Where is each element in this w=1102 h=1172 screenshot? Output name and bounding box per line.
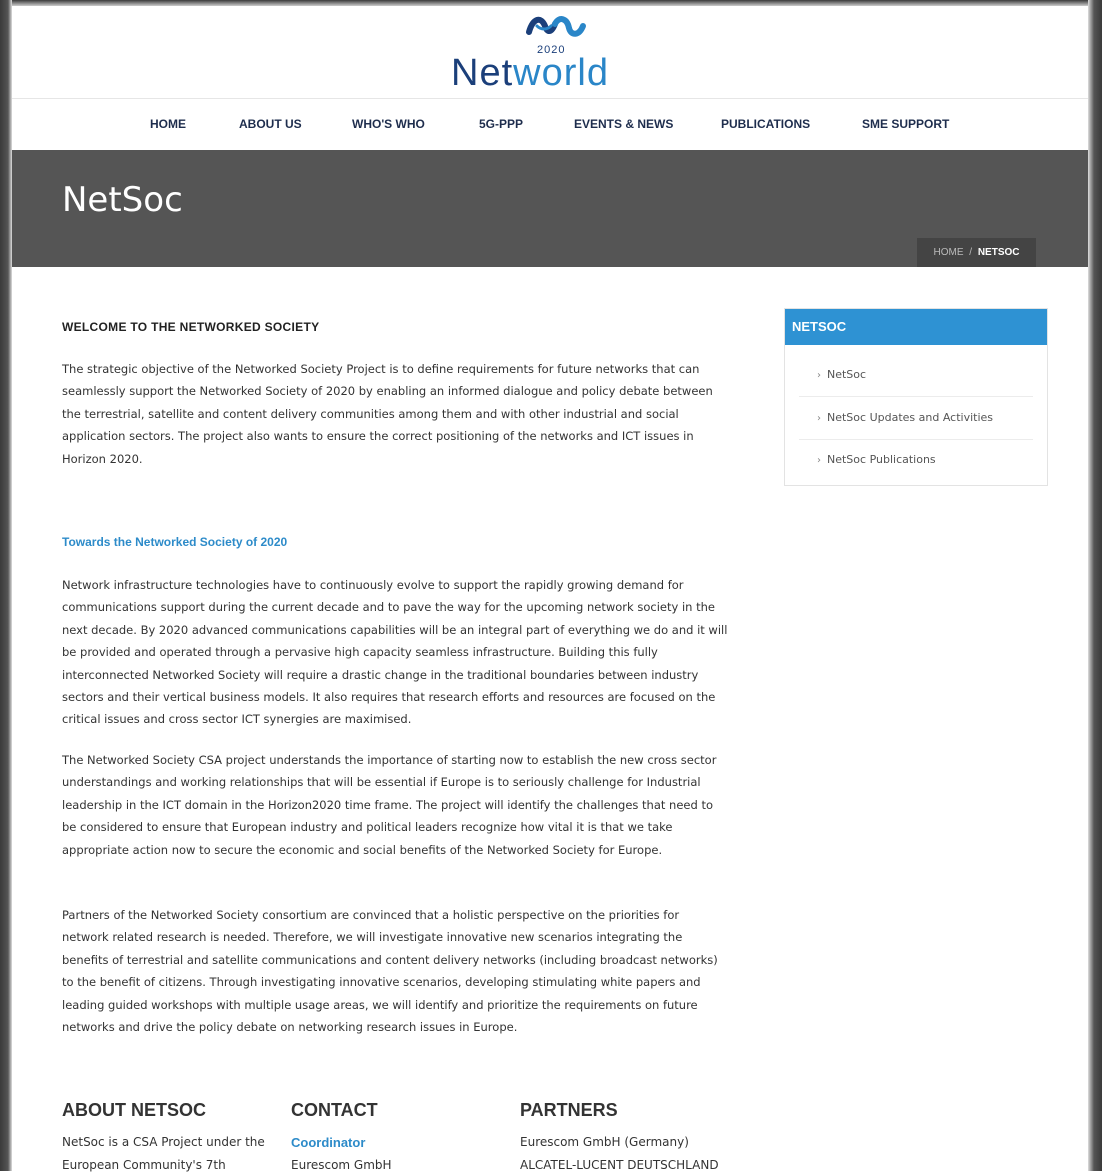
body-paragraph-3: Partners of the Networked Society consor… bbox=[62, 908, 718, 1035]
chevron-right-icon: › bbox=[817, 413, 821, 424]
footer-contact-line-2: Eurescom GmbH bbox=[291, 1158, 392, 1172]
breadcrumb: HOME / NETSOC bbox=[917, 238, 1036, 267]
chevron-right-icon: › bbox=[817, 370, 821, 381]
towards-heading: Towards the Networked Society of 2020 bbox=[62, 535, 288, 549]
sidebar-widget: NETSOC › NetSoc › NetSoc Updates and Activ… bbox=[784, 308, 1048, 486]
page-title: NetSoc bbox=[62, 180, 183, 220]
sidebar-item-label: NetSoc Updates and Activities bbox=[827, 411, 994, 424]
footer-partner-1: Eurescom GmbH (Germany) bbox=[520, 1135, 689, 1149]
nav-events-news[interactable]: EVENTS & NEWS bbox=[574, 117, 673, 131]
sidebar-title: NETSOC bbox=[785, 309, 1047, 345]
intro-paragraph: The strategic objective of the Networked… bbox=[62, 362, 713, 466]
footer-about-line-1: NetSoc is a CSA Project under the bbox=[62, 1135, 265, 1149]
sidebar-item-netsoc[interactable]: › NetSoc bbox=[799, 354, 1033, 397]
breadcrumb-separator: / bbox=[969, 247, 973, 258]
main-nav: HOME ABOUT US WHO'S WHO 5G-PPP EVENTS & … bbox=[12, 99, 1088, 150]
footer-about-heading: ABOUT NETSOC bbox=[62, 1100, 206, 1120]
sidebar-item-label: NetSoc bbox=[827, 368, 867, 381]
sidebar-item-publications[interactable]: › NetSoc Publications bbox=[799, 439, 1033, 481]
body-paragraph-2: The Networked Society CSA project unders… bbox=[62, 753, 717, 857]
footer-contact-heading: CONTACT bbox=[291, 1100, 378, 1120]
page-banner: NetSoc HOME / NETSOC bbox=[12, 150, 1088, 267]
sidebar-item-label: NetSoc Publications bbox=[827, 453, 936, 466]
page-frame: 2020 Networld HOME ABOUT US WHO'S WHO 5G… bbox=[0, 0, 1102, 1172]
footer-partner-2: ALCATEL-LUCENT DEUTSCHLAND bbox=[520, 1158, 719, 1172]
welcome-heading: WELCOME TO THE NETWORKED SOCIETY bbox=[62, 320, 320, 334]
footer-partners-heading: PARTNERS bbox=[520, 1100, 618, 1120]
breadcrumb-home[interactable]: HOME bbox=[933, 247, 963, 258]
sidebar-item-updates[interactable]: › NetSoc Updates and Activities bbox=[799, 397, 1033, 440]
chevron-right-icon: › bbox=[817, 455, 821, 466]
body-paragraph-1: Network infrastructure technologies have… bbox=[62, 578, 728, 727]
logo-wordmark: Networld bbox=[451, 52, 609, 95]
window-edge-right bbox=[1088, 0, 1102, 1171]
nav-whos-who[interactable]: WHO'S WHO bbox=[352, 117, 425, 131]
logo-word-world: world bbox=[513, 52, 609, 94]
nav-home[interactable]: HOME bbox=[150, 117, 186, 131]
footer-coordinator-link[interactable]: Coordinator bbox=[291, 1135, 365, 1150]
site-header: 2020 Networld bbox=[12, 6, 1088, 99]
nav-publications[interactable]: PUBLICATIONS bbox=[721, 117, 810, 131]
nav-sme-support[interactable]: SME SUPPORT bbox=[862, 117, 949, 131]
logo-word-net: Net bbox=[451, 52, 514, 94]
nav-5g-ppp[interactable]: 5G-PPP bbox=[479, 117, 523, 131]
footer-about-line-2: European Community's 7th bbox=[62, 1158, 226, 1172]
window-edge-left bbox=[0, 0, 12, 1171]
breadcrumb-current: NETSOC bbox=[977, 247, 1020, 258]
networld-logo[interactable]: 2020 Networld bbox=[437, 14, 687, 98]
nav-about-us[interactable]: ABOUT US bbox=[239, 117, 302, 131]
